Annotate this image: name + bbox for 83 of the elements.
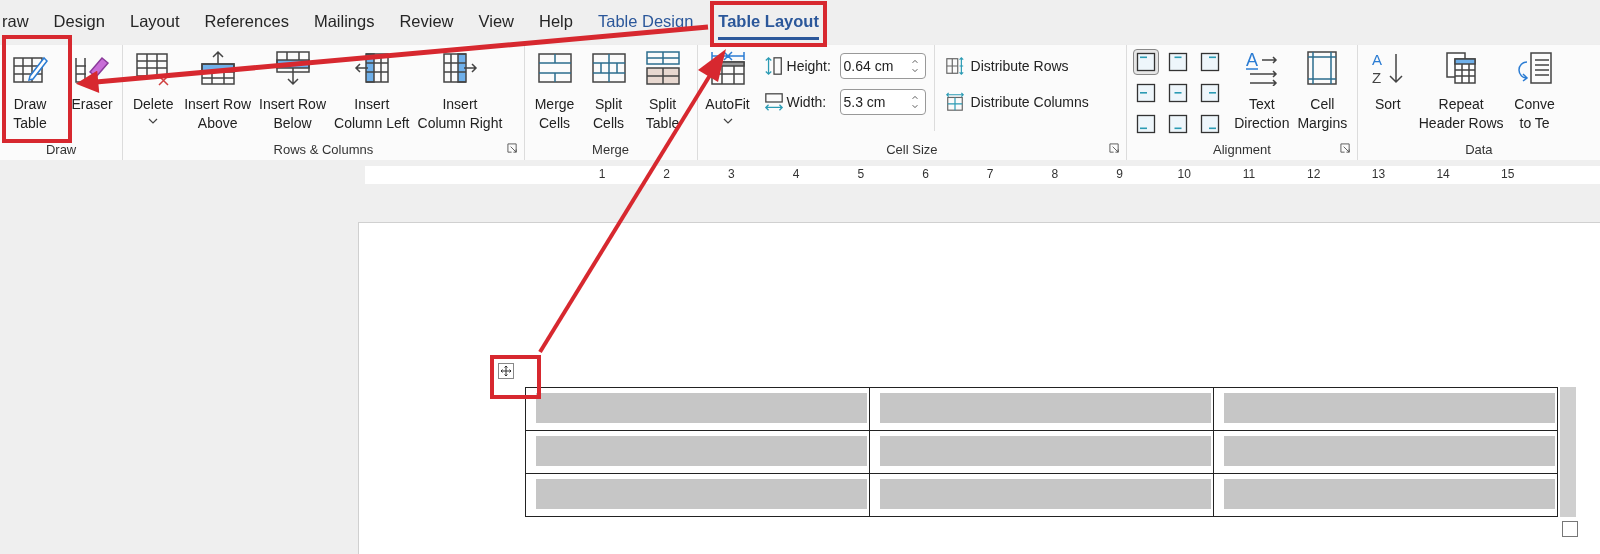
group-label: Alignment xyxy=(1213,141,1271,157)
insert-column-left-icon xyxy=(353,50,390,86)
table-cell[interactable] xyxy=(1213,387,1558,431)
table-cell[interactable] xyxy=(525,430,870,474)
ribbon-button[interactable]: Distribute Rows xyxy=(944,53,1089,79)
group-label: Draw xyxy=(45,141,77,157)
group-label: Cell Size xyxy=(886,141,938,157)
ruler-number: 1 xyxy=(598,167,606,181)
ruler-number: 14 xyxy=(1436,167,1450,181)
ribbon-tab[interactable]: Table Layout xyxy=(718,5,819,40)
dialog-launcher-icon[interactable] xyxy=(506,143,518,154)
ribbon-button[interactable]: Insert Row Below xyxy=(256,45,330,133)
spin-arrows-icon xyxy=(910,57,919,75)
spin-field[interactable]: 0.64 cm xyxy=(839,53,926,79)
row-height-icon xyxy=(763,56,784,76)
ribbon-tab[interactable]: References xyxy=(204,5,289,40)
ribbon-button[interactable]: Split Table xyxy=(636,45,689,133)
merge-cells-icon xyxy=(536,50,573,86)
table-cell[interactable] xyxy=(1213,473,1558,517)
cell-alignment-button[interactable] xyxy=(1133,49,1160,75)
ribbon-tab[interactable]: Design xyxy=(53,5,105,40)
ruler-number: 6 xyxy=(922,167,929,181)
table-cell[interactable] xyxy=(869,430,1214,474)
field-label: Height: xyxy=(786,58,832,74)
ribbon-tab[interactable]: Review xyxy=(399,5,454,40)
ribbon-tab[interactable]: View xyxy=(478,5,514,40)
caret-icon xyxy=(148,118,159,124)
dialog-launcher-icon[interactable] xyxy=(1339,143,1351,154)
ribbon-button[interactable]: Repeat Header Rows xyxy=(1415,45,1507,133)
insert-column-right-icon xyxy=(441,50,478,86)
spin-field[interactable]: 5.3 cm xyxy=(839,89,926,115)
spin-arrows-icon xyxy=(910,93,919,111)
ruler-number: 11 xyxy=(1242,167,1256,181)
ruler-number: 13 xyxy=(1371,167,1386,181)
split-table-icon xyxy=(644,50,681,86)
ribbon-button[interactable]: Cell Margins xyxy=(1294,45,1351,133)
split-cells-icon xyxy=(590,50,627,86)
ribbon-tab[interactable]: Mailings xyxy=(313,5,375,40)
ruler-number: 4 xyxy=(792,167,800,181)
ribbon-button[interactable]: Merge Cells xyxy=(528,45,581,133)
highlight-box xyxy=(490,355,541,399)
table-move-handle-icon[interactable] xyxy=(498,363,514,379)
dialog-launcher-icon[interactable] xyxy=(1109,143,1121,154)
ribbon-button[interactable]: Delete xyxy=(127,45,180,124)
table-cell[interactable] xyxy=(869,473,1214,517)
ribbon-tab[interactable]: Help xyxy=(539,5,573,40)
group-label: Rows & Columns xyxy=(273,141,374,157)
ruler-number: 2 xyxy=(663,167,671,181)
ruler-number: 12 xyxy=(1307,167,1321,181)
ribbon-button[interactable]: Draw Table xyxy=(4,45,56,133)
ruler-number: 3 xyxy=(728,167,735,181)
distribute-columns-icon xyxy=(944,92,965,112)
table-cell[interactable] xyxy=(869,387,1214,431)
ribbon-tab[interactable]: raw xyxy=(2,5,29,40)
table-cell[interactable] xyxy=(525,473,870,517)
caret-icon xyxy=(722,118,733,124)
table-cell[interactable] xyxy=(525,387,870,431)
insert-row-below-icon xyxy=(274,50,311,86)
convert-icon xyxy=(1516,50,1553,86)
ruler-number: 7 xyxy=(986,167,994,181)
ribbon-tab[interactable]: Layout xyxy=(129,5,180,40)
ribbon-button[interactable]: Split Cells xyxy=(582,45,635,133)
table-cell[interactable] xyxy=(1213,430,1558,474)
ribbon-button[interactable]: Insert Row Above xyxy=(181,45,255,133)
ribbon-button[interactable]: Insert Column Right xyxy=(414,45,506,133)
insert-row-above-icon xyxy=(199,50,236,86)
ribbon-button[interactable]: A Text Direction xyxy=(1231,45,1293,133)
ruler-number: 15 xyxy=(1501,167,1515,181)
ruler-number: 8 xyxy=(1051,167,1059,181)
ruler-number: 10 xyxy=(1177,167,1191,181)
table-resize-handle[interactable] xyxy=(1562,521,1578,537)
ribbon-button[interactable]: Distribute Columns xyxy=(944,89,1089,115)
ruler-number: 5 xyxy=(857,167,865,181)
ribbon-button[interactable]: Eraser xyxy=(66,45,118,114)
group-label: Merge xyxy=(592,141,629,157)
distribute-rows-icon xyxy=(944,56,965,76)
group-label: Data xyxy=(1465,141,1493,157)
ruler-number: 9 xyxy=(1116,167,1123,181)
ribbon-button[interactable]: Conve to Te xyxy=(1508,45,1561,133)
field-label: Width: xyxy=(786,94,828,110)
ribbon-button[interactable]: A Z Sort xyxy=(1361,45,1414,114)
ribbon-button[interactable]: Insert Column Left xyxy=(331,45,413,133)
column-width-icon xyxy=(763,92,784,112)
